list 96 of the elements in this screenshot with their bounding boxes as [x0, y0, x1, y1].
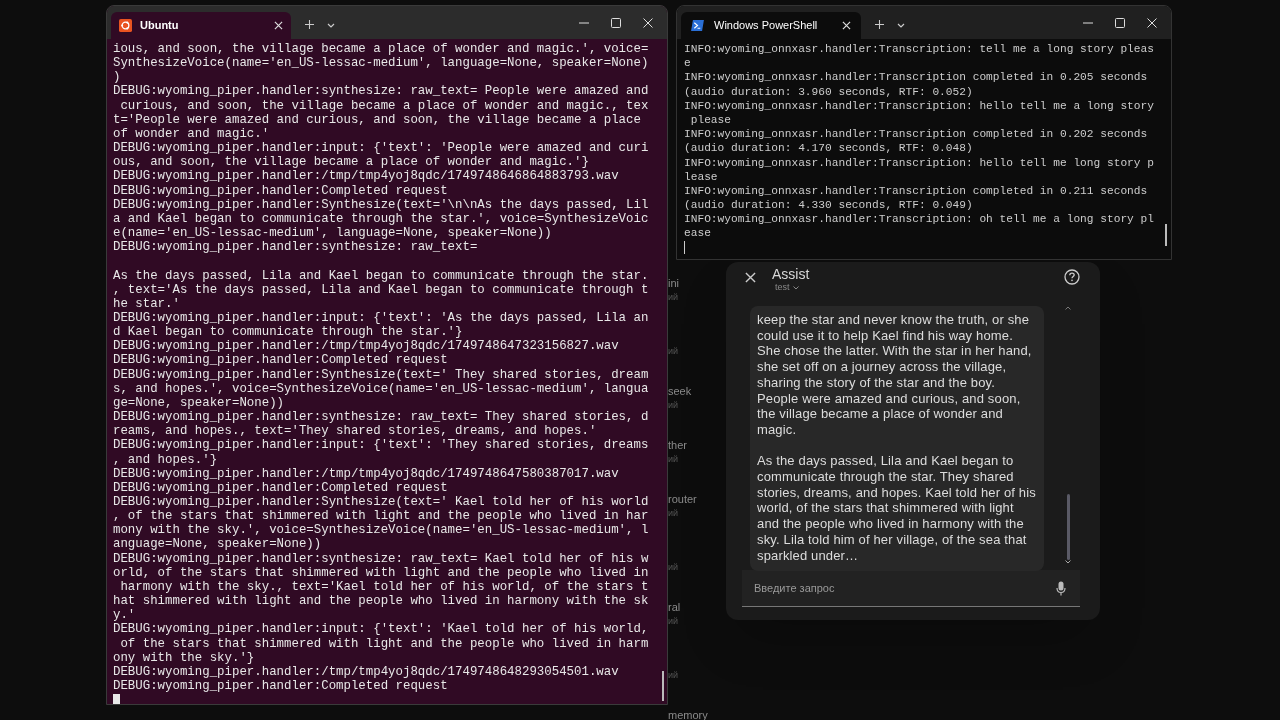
terminal-line: t='People were amazed and curious, and soon, the village became a place [113, 112, 641, 127]
terminal-line: INFO:wyoming_onnxasr.handler:Transcription: tell me a long story pleas [684, 42, 1154, 57]
terminal-line: DEBUG:wyoming_piper.handler:synthesize: raw_text= Kael told her of his w [113, 551, 649, 566]
pipeline-dropdown[interactable]: test [775, 282, 810, 293]
message-text: keep the star and never know the truth, or she could use it to help Kael find his way home. She chose the latter. With the star in her hand, she set off on a journey across the village, sharing the story of the star and the boy. People were amazed and curious, and soon, the village became a place of wonder and magic. [757, 312, 1033, 438]
terminal-line: curious, and soon, the village became a place of wonder and magic., tex [119, 98, 649, 113]
terminal-line: (audio duration: 3.960 seconds, RTF: 0.052) [684, 84, 973, 99]
terminal-line: ) [113, 70, 121, 85]
terminal-line: INFO:wyoming_onnxasr.handler:Transcription completed in 0.211 seconds [684, 183, 1148, 199]
terminal-line: ge=None, speaker=None)) [113, 395, 285, 411]
terminal-line: As the days passed, Lila and Kael began to communicate through the star. [113, 268, 649, 283]
close-icon[interactable] [274, 21, 283, 30]
help-icon[interactable] [1064, 269, 1080, 285]
terminal-line: (audio duration: 4.170 seconds, RTF: 0.048) [684, 141, 973, 156]
terminal-line: DEBUG:wyoming_piper.handler:Completed request [113, 480, 448, 495]
terminal-line: INFO:wyoming_onnxasr.handler:Transcription completed in 0.202 seconds [684, 127, 1148, 142]
scrollbar-thumb[interactable] [662, 671, 664, 701]
terminal-line: DEBUG:wyoming_piper.handler:/tmp/tmp4yoj8qdc/1749748646864883793.wav [113, 169, 619, 184]
input-field[interactable]: Введите запрос [742, 570, 1080, 607]
terminal-line: s, and hopes.', voice=SynthesizeVoice(name='en_US-lessac-medium', langua [113, 381, 649, 396]
terminal-line: hat shimmered with light and the people who lived in harmony with the sk [113, 594, 649, 609]
terminal-line: DEBUG:wyoming_piper.handler:synthesize: raw_text= They shared stories, d [113, 410, 649, 425]
list-item-label: ral [668, 600, 682, 614]
terminal-line: INFO:wyoming_onnxasr.handler:Transcription: hello tell me long story p [684, 155, 1154, 170]
chevron-down-icon [792, 285, 799, 290]
chevron-down-icon[interactable] [897, 23, 905, 28]
plus-icon[interactable] [305, 20, 314, 29]
maximize-icon[interactable] [611, 18, 621, 28]
close-icon[interactable] [1147, 18, 1157, 28]
tab-title: Ubuntu [140, 18, 180, 34]
terminal-line: , text='As the days passed, Lila and Kael began to communicate through t [113, 282, 649, 297]
microphone-icon[interactable] [1056, 580, 1066, 596]
terminal-line: DEBUG:wyoming_piper.handler:/tmp/tmp4yoj8qdc/1749748647580387017.wav [113, 466, 619, 481]
terminal-line: of the stars that shimmered with light and the people who lived in harm [119, 636, 649, 651]
terminal-line: e [684, 56, 691, 71]
terminal-line: DEBUG:wyoming_piper.handler:input: {'text': 'They shared stories, dreams [113, 438, 649, 453]
terminal-line: reams, and hopes., text='They shared stories, dreams, and hopes.' [113, 424, 597, 439]
close-icon[interactable] [745, 272, 756, 283]
terminal-line: INFO:wyoming_onnxasr.handler:Transcription: hello tell me a long story [684, 98, 1154, 113]
terminal-line: DEBUG:wyoming_piper.handler:Synthesize(text=' They shared stories, dream [113, 367, 649, 382]
terminal-line: DEBUG:wyoming_piper.handler:Completed request [113, 679, 448, 694]
terminal-line: SynthesizeVoice(name='en_US-lessac-medium', language=None, speaker=None) [113, 56, 649, 71]
terminal-line: DEBUG:wyoming_piper.handler:Completed request [113, 183, 448, 198]
text-cursor [113, 694, 120, 704]
terminal-line: e(name='en_US-lessac-medium', language=None, speaker=None)) [113, 226, 552, 241]
terminal-line: d Kael began to communicate through the star.'} [113, 325, 463, 340]
terminal-line: DEBUG:wyoming_piper.handler:Synthesize(text=' Kael told her of his world [113, 495, 649, 510]
scrollbar-thumb[interactable] [1066, 494, 1070, 560]
terminal-line: INFO:wyoming_onnxasr.handler:Transcription completed in 0.205 seconds [684, 70, 1148, 85]
terminal-line: please [689, 112, 731, 128]
terminal-line: of wonder and magic.' [113, 126, 270, 142]
terminal-line: harmony with the sky., text='Kael told her of his world, of the stars t [119, 579, 649, 595]
terminal-line: lease [684, 169, 718, 184]
close-icon[interactable] [643, 18, 653, 28]
message-text: As the days passed, Lila and Kael began to communicate through the star. They shared stories, dreams, and hopes. Kael told her of his world, of the stars that shimmered with light and the people who lived in harmony with the sky. Lila told him of her village, of the sea that sparkled under… [757, 453, 1037, 564]
plus-icon[interactable] [875, 20, 884, 29]
terminal-line: DEBUG:wyoming_piper.handler:input: {'text': 'Kael told her of his world, [113, 622, 649, 637]
scrollbar-thumb[interactable] [1165, 224, 1167, 246]
list-item-label: ini [668, 276, 680, 290]
terminal-line: DEBUG:wyoming_piper.handler:/tmp/tmp4yoj8qdc/1749748647323156827.wav [113, 339, 619, 354]
terminal-line: DEBUG:wyoming_piper.handler:synthesize: raw_text= [113, 240, 478, 255]
terminal-line: INFO:wyoming_onnxasr.handler:Transcription: oh tell me a long story pl [684, 212, 1154, 227]
terminal-line: , of the stars that shimmered with light and the people who lived in har [113, 509, 649, 524]
terminal-line: , and hopes.'} [113, 452, 218, 467]
list-item-label: ther [668, 438, 688, 452]
powershell-icon [691, 20, 704, 31]
terminal-line: DEBUG:wyoming_piper.handler:/tmp/tmp4yoj8qdc/1749748648293054501.wav [113, 664, 619, 680]
terminal-line: DEBUG:wyoming_piper.handler:synthesize: raw_text= People were amazed and [113, 84, 649, 99]
terminal-line: a and Kael began to communicate through the star.', voice=SynthesizeVoic [113, 211, 649, 227]
tab-title: Windows PowerShell [714, 18, 819, 34]
terminal-line: he star.' [113, 296, 180, 311]
ubuntu-logo-icon [119, 19, 132, 32]
close-icon[interactable] [842, 21, 851, 30]
terminal-line: orld, of the stars that shimmered with light and the people who lived in [113, 565, 649, 580]
list-item-label: seek [668, 384, 693, 398]
dialog-title: Assist [772, 266, 810, 282]
terminal-line: DEBUG:wyoming_piper.handler:input: {'text': 'People were amazed and curi [113, 141, 649, 156]
maximize-icon[interactable] [1115, 18, 1125, 28]
terminal-line: ony with the sky.'} [113, 650, 255, 665]
chevron-up-icon[interactable] [1065, 306, 1071, 310]
terminal-line: DEBUG:wyoming_piper.handler:Completed request [113, 353, 448, 368]
text-cursor [684, 240, 685, 254]
list-item-label: router [668, 492, 698, 506]
chevron-down-icon[interactable] [327, 23, 335, 28]
terminal-line: ous, and soon, the village became a place of wonder and magic.'} [113, 155, 589, 170]
terminal-tab[interactable]: Ubuntu [111, 12, 291, 39]
terminal-line: DEBUG:wyoming_piper.handler:Synthesize(text='\n\nAs the days passed, Lil [113, 197, 649, 212]
terminal-line: DEBUG:wyoming_piper.handler:input: {'text': 'As the days passed, Lila an [113, 310, 649, 326]
terminal-line: ease [684, 226, 711, 241]
terminal-line: y.' [113, 608, 136, 623]
terminal-line: ious, and soon, the village became a place of wonder and magic.', voice= [113, 42, 649, 57]
chevron-down-icon[interactable] [1065, 560, 1071, 564]
terminal-line: anguage=None, speaker=None)) [113, 537, 322, 552]
terminal-line: (audio duration: 4.330 seconds, RTF: 0.049) [684, 198, 973, 213]
terminal-line: mony with the sky.', voice=SynthesizeVoice(name='en_US-lessac-medium', l [113, 523, 649, 538]
terminal-tab[interactable]: Windows PowerShell [681, 12, 861, 39]
